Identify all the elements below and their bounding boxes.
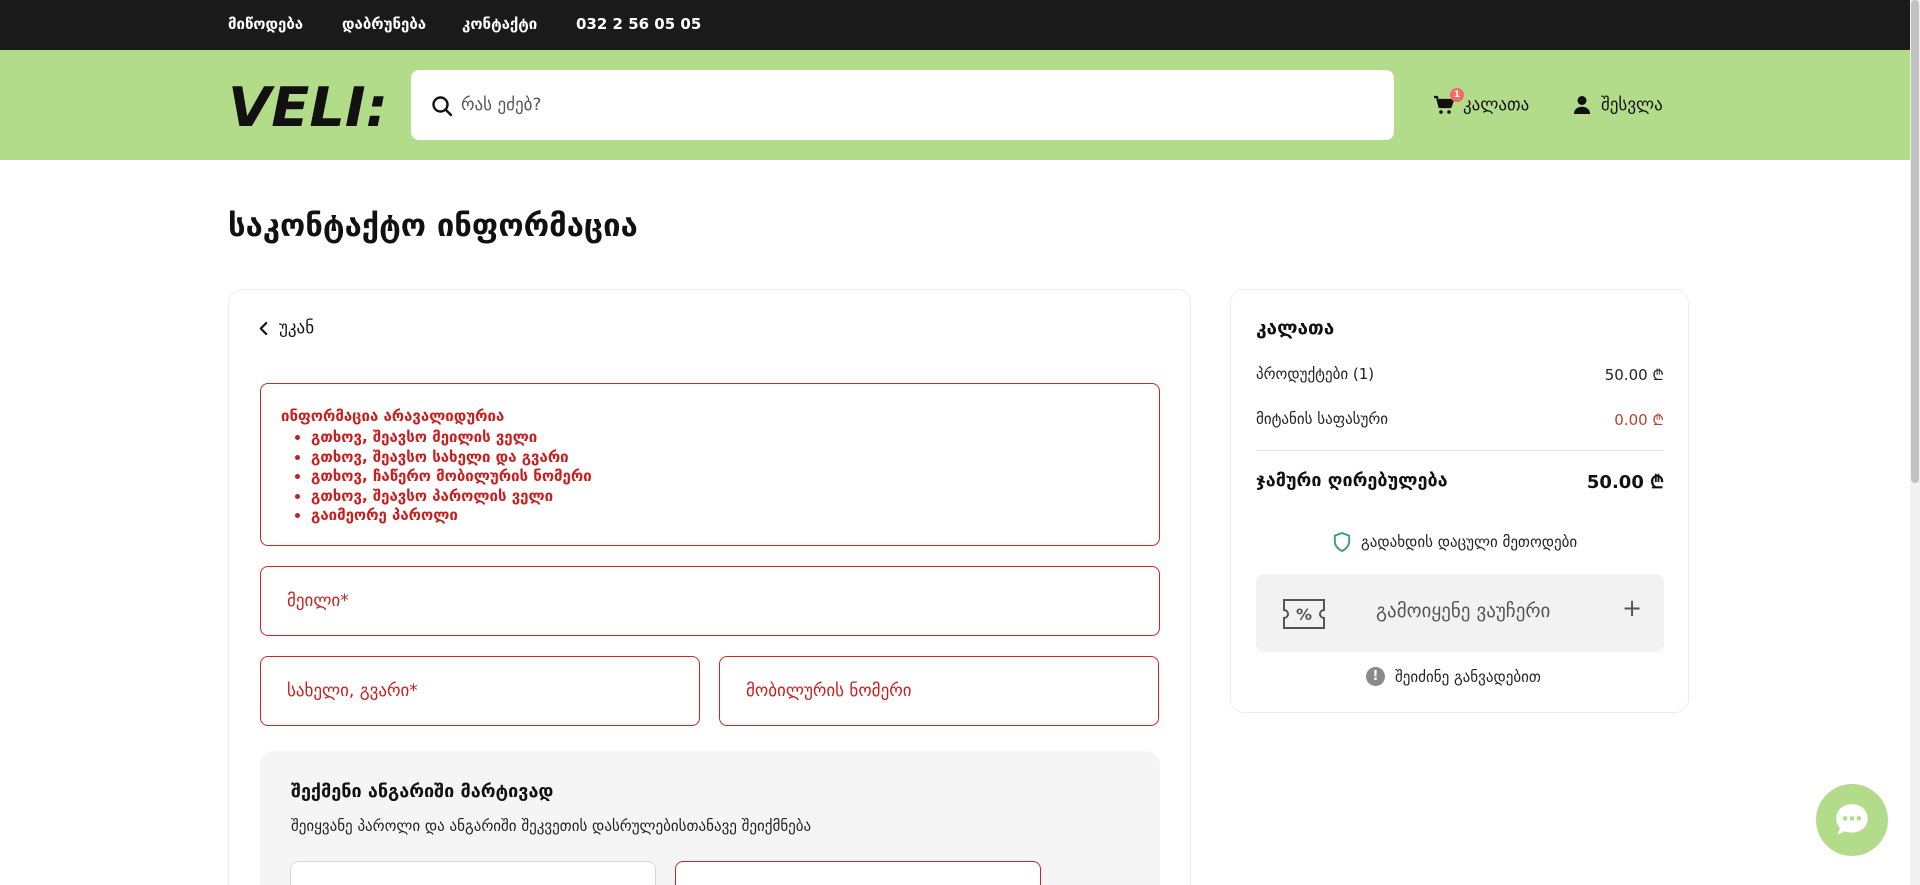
validation-error-box: ინფორმაცია არავალიდურია გთხოვ, შეავსო მე… — [260, 383, 1160, 546]
error-list: გთხოვ, შეავსო მეილის ველი გთხოვ, შეავსო … — [311, 428, 1139, 526]
back-button[interactable]: უკან — [258, 318, 314, 338]
veli-logo[interactable]: VELI: — [228, 84, 398, 130]
svg-text:%: % — [1296, 605, 1312, 624]
login-label: შესვლა — [1601, 95, 1663, 115]
products-value: 50.00 ₾ — [1604, 366, 1664, 384]
password-field[interactable] — [290, 861, 656, 885]
error-item: გთხოვ, შეავსო სახელი და გვარი — [311, 448, 1139, 468]
logo-text: VELI: — [228, 84, 388, 130]
chat-icon — [1836, 804, 1868, 835]
error-item: გაიმეორე პაროლი — [311, 506, 1139, 526]
chat-button[interactable] — [1816, 784, 1888, 856]
page-scrollbar-thumb[interactable] — [1911, 0, 1919, 483]
login-button[interactable]: შესვლა — [1573, 92, 1663, 118]
shipping-label: მიტანის საფასური — [1256, 410, 1389, 428]
create-account-title: შექმენი ანგარიში მარტივად — [291, 781, 554, 802]
email-field-wrap — [260, 566, 1160, 636]
voucher-icon: % — [1283, 599, 1325, 629]
page-title: საკონტაქტო ინფორმაცია — [228, 208, 638, 244]
phone-field[interactable] — [720, 657, 1158, 725]
user-icon — [1573, 96, 1591, 114]
installment-link[interactable]: ! შეიძინე განვადებით — [1366, 667, 1541, 686]
total-label: ჯამური ღირებულება — [1256, 470, 1448, 491]
voucher-button[interactable]: % გამოიყენე ვაუჩერი + — [1256, 574, 1664, 652]
search-icon — [432, 96, 453, 117]
topbar-link-delivery[interactable]: მიწოდება — [228, 15, 303, 33]
search-bar[interactable] — [411, 70, 1394, 140]
error-item: გთხოვ, შეავსო პაროლის ველი — [311, 487, 1139, 507]
voucher-label: გამოიყენე ვაუჩერი — [1376, 600, 1551, 622]
search-input[interactable] — [461, 88, 1361, 122]
topbar-link-contact[interactable]: კონტაქტი — [462, 15, 537, 33]
top-bar: მიწოდება დაბრუნება კონტაქტი 032 2 56 05 … — [0, 0, 1910, 50]
summary-divider — [1256, 450, 1664, 451]
cart-button[interactable]: 1 კალათა — [1433, 88, 1530, 118]
name-field[interactable] — [261, 657, 699, 725]
back-label: უკან — [279, 318, 315, 338]
shipping-value: 0.00 ₾ — [1614, 411, 1664, 429]
topbar-link-phone[interactable]: 032 2 56 05 05 — [576, 15, 701, 33]
secure-payment-label: გადახდის დაცული მეთოდები — [1361, 533, 1578, 551]
cart-icon-wrap: 1 — [1433, 88, 1464, 116]
secure-payment-note: გადახდის დაცული მეთოდები — [1333, 532, 1577, 552]
plus-icon: + — [1622, 594, 1643, 622]
total-value: 50.00 ₾ — [1586, 472, 1664, 493]
error-item: გთხოვ, ჩაწერო მობილურის ნომერი — [311, 467, 1139, 487]
topbar-link-returns[interactable]: დაბრუნება — [342, 15, 426, 33]
products-label: პროდუქტები (1) — [1256, 365, 1375, 383]
cart-label: კალათა — [1463, 95, 1530, 115]
info-icon: ! — [1366, 667, 1385, 686]
phone-field-wrap — [719, 656, 1159, 726]
error-item: გთხოვ, შეავსო მეილის ველი — [311, 428, 1139, 448]
email-field[interactable] — [261, 567, 1159, 635]
shield-icon — [1333, 532, 1351, 552]
repeat-password-field[interactable] — [675, 861, 1041, 885]
installment-label: შეიძინე განვადებით — [1395, 667, 1541, 686]
name-field-wrap — [260, 656, 700, 726]
cart-count-badge: 1 — [1450, 88, 1464, 102]
create-account-subtitle: შეიყვანე პაროლი და ანგარიში შეკვეთის დას… — [291, 817, 812, 835]
chevron-left-icon — [259, 321, 268, 335]
error-title: ინფორმაცია არავალიდურია — [281, 407, 505, 425]
summary-title: კალათა — [1256, 317, 1335, 339]
